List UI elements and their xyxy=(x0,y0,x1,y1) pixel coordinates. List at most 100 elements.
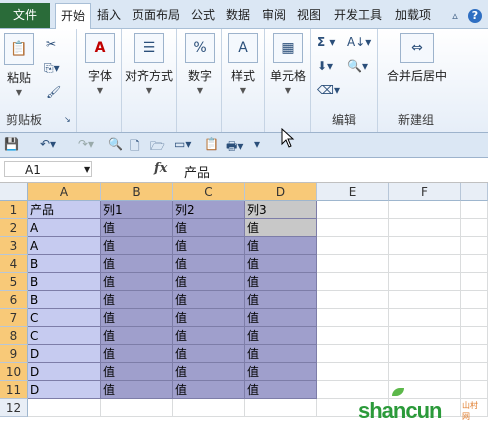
cell[interactable]: 值 xyxy=(173,291,245,309)
row-header[interactable]: 12 xyxy=(0,399,28,417)
cell[interactable]: 值 xyxy=(245,381,317,399)
cell[interactable]: 值 xyxy=(173,273,245,291)
print-preview-icon[interactable]: 🔍 xyxy=(108,137,123,151)
font-button[interactable]: A 字体 ▼ xyxy=(83,33,117,95)
cell[interactable] xyxy=(461,345,488,363)
dialog-launcher-icon[interactable]: ↘ xyxy=(64,115,71,124)
new-document-icon[interactable]: 🗋 xyxy=(130,137,140,158)
cell[interactable] xyxy=(317,309,389,327)
open-icon[interactable]: 🗁 xyxy=(150,137,165,158)
cell[interactable]: D xyxy=(28,363,101,381)
cell[interactable] xyxy=(389,273,461,291)
tab-view[interactable]: 视图 xyxy=(293,3,325,28)
cell[interactable]: 值 xyxy=(173,255,245,273)
cell[interactable]: B xyxy=(28,291,101,309)
format-painter-icon[interactable]: 🖌 xyxy=(46,85,61,99)
row-header[interactable]: 2 xyxy=(0,219,28,237)
cell[interactable]: 值 xyxy=(245,291,317,309)
cell[interactable]: 值 xyxy=(173,363,245,381)
row-header[interactable]: 5 xyxy=(0,273,28,291)
column-header-b[interactable]: B xyxy=(101,183,173,201)
cell[interactable]: A xyxy=(28,219,101,237)
tab-review[interactable]: 审阅 xyxy=(258,3,290,28)
cell[interactable]: 值 xyxy=(245,363,317,381)
cell[interactable] xyxy=(389,345,461,363)
minimize-ribbon-icon[interactable]: ▵ xyxy=(448,9,462,23)
cell[interactable]: B xyxy=(28,273,101,291)
cell[interactable]: 值 xyxy=(173,381,245,399)
cell[interactable]: 值 xyxy=(173,309,245,327)
paste-button[interactable]: 📋 粘贴 ▼ xyxy=(4,33,34,97)
row-header[interactable]: 10 xyxy=(0,363,28,381)
cell[interactable]: 值 xyxy=(101,237,173,255)
alignment-button[interactable]: ☰ 对齐方式 ▼ xyxy=(124,33,174,95)
cell[interactable] xyxy=(389,237,461,255)
find-select-icon[interactable]: 🔍▾ xyxy=(347,59,368,73)
cell[interactable] xyxy=(461,327,488,345)
cell[interactable]: 值 xyxy=(101,309,173,327)
cell[interactable] xyxy=(101,399,173,417)
merge-center-button[interactable]: ⇔ 合并后居中 xyxy=(382,33,452,84)
row-header[interactable]: 4 xyxy=(0,255,28,273)
column-header-f[interactable]: F xyxy=(389,183,461,201)
sort-filter-icon[interactable]: A↓▾ xyxy=(347,35,371,49)
styles-button[interactable]: A 样式 ▼ xyxy=(226,33,260,95)
cell[interactable] xyxy=(317,201,389,219)
cell[interactable]: 值 xyxy=(245,327,317,345)
cell[interactable] xyxy=(461,219,488,237)
cell[interactable]: 值 xyxy=(173,237,245,255)
undo-icon[interactable]: ↶▾ xyxy=(40,137,56,151)
cell[interactable] xyxy=(389,201,461,219)
cell[interactable]: 值 xyxy=(173,219,245,237)
cell[interactable]: D xyxy=(28,345,101,363)
cell[interactable]: 值 xyxy=(101,345,173,363)
print-icon[interactable]: 🖶▾ xyxy=(226,137,243,158)
cell[interactable] xyxy=(317,255,389,273)
cell[interactable]: C xyxy=(28,309,101,327)
clipboard-icon[interactable]: 📋 xyxy=(204,137,219,151)
cell[interactable]: 值 xyxy=(101,363,173,381)
cell[interactable] xyxy=(317,291,389,309)
cell[interactable] xyxy=(461,201,488,219)
tab-home[interactable]: 开始 xyxy=(55,3,91,29)
table-header-cell[interactable]: 列2 xyxy=(173,201,245,219)
cell[interactable]: 值 xyxy=(245,219,317,237)
column-header-a[interactable]: A xyxy=(28,183,101,201)
cell[interactable] xyxy=(461,237,488,255)
cell[interactable] xyxy=(389,309,461,327)
cell[interactable]: 值 xyxy=(101,273,173,291)
cell[interactable] xyxy=(461,363,488,381)
table-header-cell[interactable]: 列1 xyxy=(101,201,173,219)
cell[interactable]: 值 xyxy=(245,345,317,363)
cell[interactable]: 值 xyxy=(101,219,173,237)
cell[interactable]: 值 xyxy=(173,345,245,363)
tab-developer[interactable]: 开发工具 xyxy=(330,3,386,28)
cell[interactable] xyxy=(389,255,461,273)
cell[interactable] xyxy=(389,363,461,381)
tab-data[interactable]: 数据 xyxy=(222,3,254,28)
row-header[interactable]: 6 xyxy=(0,291,28,309)
table-header-cell[interactable]: 列3 xyxy=(245,201,317,219)
cells-button[interactable]: ▦ 单元格 ▼ xyxy=(267,33,309,95)
row-header[interactable]: 3 xyxy=(0,237,28,255)
cell[interactable] xyxy=(317,345,389,363)
tab-formulas[interactable]: 公式 xyxy=(187,3,219,28)
cell[interactable] xyxy=(389,219,461,237)
help-icon[interactable]: ? xyxy=(468,9,482,23)
cell[interactable] xyxy=(317,327,389,345)
shape-icon[interactable]: ▭▾ xyxy=(174,137,191,151)
redo-icon[interactable]: ↷▾ xyxy=(78,137,94,151)
row-header[interactable]: 7 xyxy=(0,309,28,327)
name-box[interactable]: A1 xyxy=(4,161,92,177)
formula-input[interactable]: 产品 xyxy=(184,162,210,181)
cell[interactable]: 值 xyxy=(101,381,173,399)
number-button[interactable]: % 数字 ▼ xyxy=(183,33,217,95)
cell[interactable]: 值 xyxy=(101,291,173,309)
row-header[interactable]: 1 xyxy=(0,201,28,219)
tab-page-layout[interactable]: 页面布局 xyxy=(128,3,184,28)
fill-icon[interactable]: ⬇▾ xyxy=(317,59,333,73)
column-header-c[interactable]: C xyxy=(173,183,245,201)
row-header[interactable]: 8 xyxy=(0,327,28,345)
cell[interactable] xyxy=(461,291,488,309)
cell[interactable] xyxy=(461,381,488,399)
